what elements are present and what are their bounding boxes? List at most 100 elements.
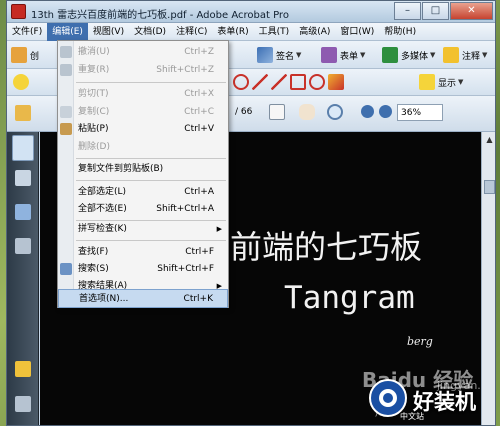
zoom-in-icon xyxy=(379,105,392,118)
hand-icon xyxy=(299,104,315,120)
menu-forms[interactable]: 表单(R) xyxy=(212,23,253,41)
sign-label: 签名 xyxy=(276,51,295,62)
menu-separator xyxy=(76,158,226,159)
document-headline: 前端的七巧板 xyxy=(230,228,423,266)
forms-button[interactable]: 表单 ▼ xyxy=(321,47,365,63)
scroll-up-icon[interactable]: ▲ xyxy=(482,132,495,148)
cloud-icon[interactable] xyxy=(233,74,249,90)
menu-item-spell-check[interactable]: 拼写检查(K) ▶ xyxy=(58,220,228,239)
menu-document[interactable]: 文档(D) xyxy=(129,23,171,41)
select-tool-button[interactable] xyxy=(269,104,288,120)
display-icon xyxy=(419,74,435,90)
arrow-icon[interactable] xyxy=(252,74,268,90)
undo-icon xyxy=(60,46,72,58)
menu-item-delete[interactable]: 删除(D) xyxy=(58,138,228,157)
edit-menu-dropdown: 撤消(U) Ctrl+Z 重复(R) Shift+Ctrl+Z 剪切(T) Ct… xyxy=(57,40,229,308)
paste-icon xyxy=(60,123,72,135)
menu-comments[interactable]: 注释(C) xyxy=(171,23,212,41)
menu-item-cut[interactable]: 剪切(T) Ctrl+X xyxy=(58,85,228,104)
comments-label: 注释 xyxy=(462,51,481,62)
menu-separator xyxy=(76,82,226,83)
multimedia-label: 多媒体 xyxy=(401,51,429,62)
pen-icon xyxy=(257,47,273,63)
create-label: 创 xyxy=(30,51,40,62)
speech-bubble-icon xyxy=(13,74,29,90)
multimedia-icon xyxy=(382,47,398,63)
multimedia-button[interactable]: 多媒体 ▼ xyxy=(382,47,435,63)
attachments-icon[interactable] xyxy=(15,396,31,412)
window-controls: – □ ✕ xyxy=(393,2,493,20)
line-icon[interactable] xyxy=(271,74,287,90)
hand-tool-button[interactable] xyxy=(299,104,318,120)
acrobat-app-icon xyxy=(11,4,26,19)
display-label: 显示 xyxy=(438,78,457,89)
zoom-out-button[interactable] xyxy=(361,105,377,118)
minimize-button[interactable]: – xyxy=(394,2,421,20)
display-button[interactable]: 显示 ▼ xyxy=(419,74,463,90)
drawing-tools xyxy=(233,74,347,90)
pages-icon[interactable] xyxy=(15,170,31,186)
menu-view[interactable]: 视图(V) xyxy=(88,23,129,41)
oval-icon[interactable] xyxy=(309,74,325,90)
chevron-down-icon: ▼ xyxy=(296,51,302,59)
rectangle-icon[interactable] xyxy=(290,74,306,90)
pencil-icon[interactable] xyxy=(328,74,344,90)
menu-window[interactable]: 窗口(W) xyxy=(335,23,379,41)
zoom-level-field[interactable]: 36% xyxy=(397,104,443,121)
site-logo-subtext: 中文站 xyxy=(400,412,424,421)
chevron-down-icon: ▼ xyxy=(458,78,464,86)
create-button[interactable]: 创 xyxy=(11,47,39,63)
menu-separator xyxy=(76,240,226,241)
folder-icon xyxy=(15,105,31,121)
navigation-panel xyxy=(7,132,39,425)
redo-icon xyxy=(60,64,72,76)
sticky-note-button[interactable] xyxy=(13,74,32,90)
zoom-level-value: 36% xyxy=(401,107,422,118)
title-bar: 13th 雷志兴百度前端的七巧板.pdf - Adobe Acrobat Pro… xyxy=(7,1,495,23)
vertical-scrollbar[interactable]: ▲ xyxy=(481,132,495,425)
zoom-tool-button[interactable] xyxy=(327,104,346,120)
zoom-out-icon xyxy=(361,105,374,118)
menu-item-deselect-all[interactable]: 全部不选(E) Shift+Ctrl+A xyxy=(58,200,228,219)
menu-edit[interactable]: 编辑(E) xyxy=(47,23,88,41)
comment-icon xyxy=(443,47,459,63)
zoom-in-button[interactable] xyxy=(379,105,395,118)
create-icon xyxy=(11,47,27,63)
acrobat-window: 13th 雷志兴百度前端的七巧板.pdf - Adobe Acrobat Pro… xyxy=(6,0,496,426)
bookmarks-icon[interactable] xyxy=(15,204,31,220)
maximize-button[interactable]: □ xyxy=(422,2,449,20)
document-author: berg xyxy=(407,335,433,348)
menu-advanced[interactable]: 高级(A) xyxy=(294,23,335,41)
magnifier-icon xyxy=(327,104,343,120)
forms-label: 表单 xyxy=(340,51,359,62)
comments-panel-icon[interactable] xyxy=(15,361,31,377)
form-icon xyxy=(321,47,337,63)
menu-item-redo[interactable]: 重复(R) Shift+Ctrl+Z xyxy=(58,61,228,80)
page-total: / 66 xyxy=(235,107,253,117)
menu-item-paste[interactable]: 粘贴(P) Ctrl+V xyxy=(58,120,228,139)
menu-separator xyxy=(76,180,226,181)
comments-button[interactable]: 注释 ▼ xyxy=(443,47,487,63)
sign-button[interactable]: 签名 ▼ xyxy=(257,47,301,63)
chevron-down-icon: ▼ xyxy=(482,51,488,59)
text-cursor-icon xyxy=(269,104,285,120)
menu-bar: 文件(F) 编辑(E) 视图(V) 文档(D) 注释(C) 表单(R) 工具(T… xyxy=(7,23,495,41)
close-button[interactable]: ✕ xyxy=(450,2,493,20)
layers-icon[interactable] xyxy=(15,238,31,254)
menu-item-copy-file-to-clipboard[interactable]: 复制文件到剪贴板(B) xyxy=(58,160,228,179)
window-title: 13th 雷志兴百度前端的七巧板.pdf - Adobe Acrobat Pro xyxy=(31,10,289,21)
search-icon xyxy=(60,263,72,275)
chevron-down-icon: ▼ xyxy=(360,51,366,59)
menu-file[interactable]: 文件(F) xyxy=(7,23,47,41)
submenu-arrow-icon: ▶ xyxy=(216,225,222,233)
menu-help[interactable]: 帮助(H) xyxy=(379,23,421,41)
chevron-down-icon: ▼ xyxy=(430,51,436,59)
document-subhead: Tangram xyxy=(284,280,415,316)
menu-tools[interactable]: 工具(T) xyxy=(254,23,295,41)
copy-icon xyxy=(60,106,72,118)
menu-item-preferences[interactable]: 首选项(N)... Ctrl+K xyxy=(58,289,228,308)
menu-item-undo[interactable]: 撤消(U) Ctrl+Z xyxy=(58,43,228,62)
scroll-thumb[interactable] xyxy=(484,180,495,194)
open-button[interactable] xyxy=(15,105,34,121)
print-icon[interactable] xyxy=(12,135,34,161)
